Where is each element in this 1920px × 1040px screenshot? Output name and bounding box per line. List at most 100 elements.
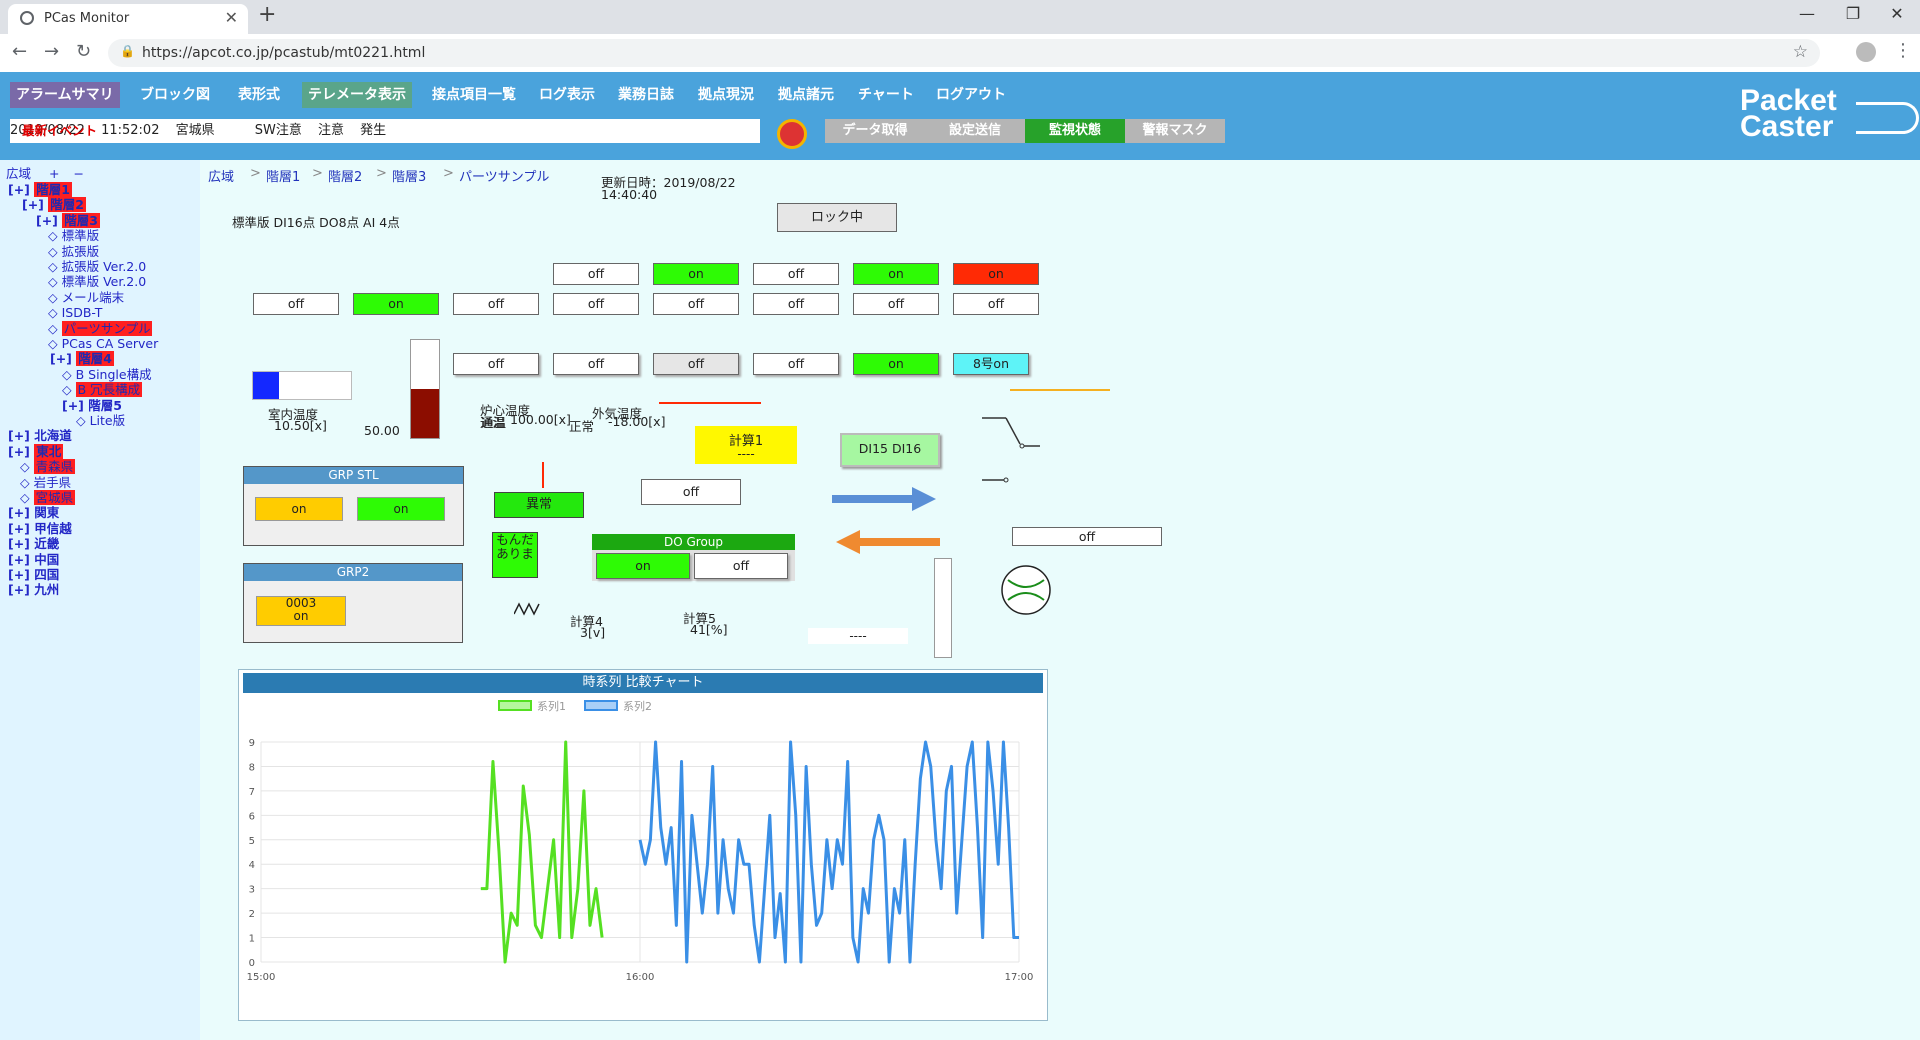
leaf-diamond-icon[interactable]: ◇ <box>48 305 62 320</box>
expand-toggle[interactable]: [+] <box>22 197 48 212</box>
leaf-diamond-icon[interactable]: ◇ <box>20 490 34 505</box>
tree-item-label[interactable]: 宮城県 <box>33 490 76 505</box>
tree-item[interactable]: ◇ 標準版 <box>48 228 99 244</box>
tree-item[interactable]: [+] 九州 <box>8 582 59 598</box>
tree-item-label[interactable]: 四国 <box>34 567 59 582</box>
tree-item-label[interactable]: 甲信越 <box>34 521 72 536</box>
expand-toggle[interactable]: [+] <box>8 567 34 582</box>
expand-toggle[interactable]: [+] <box>8 582 34 597</box>
leaf-diamond-icon[interactable]: ◇ <box>20 459 34 474</box>
tree-item-label[interactable]: 階層4 <box>76 351 114 367</box>
menu-logout[interactable]: ログアウト <box>930 82 1012 108</box>
expand-toggle[interactable]: [+] <box>8 505 34 520</box>
expand-toggle[interactable]: [+] <box>8 521 34 536</box>
menu-table[interactable]: 表形式 <box>232 82 286 108</box>
minimize-icon[interactable]: — <box>1784 4 1830 23</box>
leaf-diamond-icon[interactable]: ◇ <box>62 382 76 397</box>
tree-item-label[interactable]: B Single構成 <box>76 367 152 382</box>
do-group-off-button[interactable]: off <box>694 553 788 579</box>
restore-icon[interactable]: ❐ <box>1830 4 1876 23</box>
expand-toggle[interactable]: [+] <box>62 398 88 413</box>
tree-item[interactable]: [+] 階層5 <box>62 398 122 414</box>
menu-block-diagram[interactable]: ブロック図 <box>134 82 216 108</box>
tree-item-label[interactable]: 拡張版 <box>62 244 100 259</box>
menu-telemeter[interactable]: テレメータ表示 <box>302 82 412 108</box>
breadcrumb-item[interactable]: パーツサンプル <box>459 166 549 185</box>
browser-menu-icon[interactable]: ⋮ <box>1894 40 1912 61</box>
tree-item[interactable]: ◇ B 冗長構成 <box>62 382 143 398</box>
menu-chart[interactable]: チャート <box>852 82 920 108</box>
tree-item[interactable]: [+] 近畿 <box>8 536 59 552</box>
tree-root-label[interactable]: 広域 <box>6 166 31 181</box>
breadcrumb-item[interactable]: 階層1 <box>266 166 300 185</box>
tree-item[interactable]: [+] 階層4 <box>50 351 114 367</box>
do-button[interactable]: off <box>553 353 639 375</box>
di15-di16-button[interactable]: DI15 DI16 <box>840 433 940 467</box>
tree-item[interactable]: [+] 中国 <box>8 552 59 568</box>
grp2-button[interactable]: 0003 on <box>256 596 346 626</box>
tree-item[interactable]: [+] 階層2 <box>22 197 86 213</box>
mode-data-acquire[interactable]: データ取得 <box>825 119 925 143</box>
tree-item-label[interactable]: Lite版 <box>90 413 126 428</box>
tree-item[interactable]: ◇ Lite版 <box>76 413 125 429</box>
grp-stl-button-1[interactable]: on <box>255 497 343 521</box>
close-tab-icon[interactable]: ✕ <box>225 8 238 27</box>
new-tab-button[interactable]: + <box>258 2 276 27</box>
url-text[interactable]: https://apcot.co.jp/pcastub/mt0221.html <box>142 45 425 61</box>
tree-item[interactable]: [+] 階層3 <box>36 212 100 229</box>
tree-item-label[interactable]: パーツサンプル <box>61 320 153 336</box>
grp-stl-button-2[interactable]: on <box>357 497 445 521</box>
tree-item-label[interactable]: 東北 <box>34 443 64 459</box>
tree-item[interactable]: ◇ メール端末 <box>48 290 124 306</box>
tree-item[interactable]: [+] 四国 <box>8 567 59 583</box>
tree-item-label[interactable]: 階層2 <box>48 197 86 213</box>
tree-item-label[interactable]: メール端末 <box>62 290 125 305</box>
forward-icon[interactable]: → <box>44 41 59 62</box>
tree-item[interactable]: [+] 北海道 <box>8 428 72 444</box>
address-bar[interactable]: 🔒 https://apcot.co.jp/pcastub/mt0221.htm… <box>108 39 1820 67</box>
bookmark-star-icon[interactable]: ☆ <box>1793 42 1808 62</box>
menu-site-status[interactable]: 拠点現況 <box>692 82 760 108</box>
menu-alarm-summary[interactable]: アラームサマリ <box>10 82 120 108</box>
leaf-diamond-icon[interactable]: ◇ <box>20 475 34 490</box>
tree-item[interactable]: [+] 関東 <box>8 505 59 521</box>
tree-item-label[interactable]: 拡張版 Ver.2.0 <box>62 259 147 274</box>
expand-toggle[interactable]: [+] <box>8 428 34 443</box>
alarm-icon[interactable] <box>777 119 807 149</box>
tree-root[interactable]: 広域 + − <box>6 166 84 182</box>
expand-toggle[interactable]: [+] <box>36 213 62 228</box>
tree-item[interactable]: ◇ パーツサンプル <box>48 320 153 337</box>
menu-site-specs[interactable]: 拠点諸元 <box>772 82 840 108</box>
tree-item-label[interactable]: 階層5 <box>88 398 122 413</box>
browser-tab[interactable]: PCas Monitor ✕ <box>8 4 248 34</box>
leaf-diamond-icon[interactable]: ◇ <box>62 367 76 382</box>
tree-item-label[interactable]: ISDB-T <box>62 305 103 320</box>
menu-contact-list[interactable]: 接点項目一覧 <box>426 82 522 108</box>
tree-item-label[interactable]: 関東 <box>34 505 59 520</box>
do-button[interactable]: off <box>653 353 739 375</box>
leaf-diamond-icon[interactable]: ◇ <box>48 274 62 289</box>
leaf-diamond-icon[interactable]: ◇ <box>48 228 62 243</box>
tree-item[interactable]: ◇ 拡張版 <box>48 244 99 260</box>
breadcrumb-item[interactable]: 階層3 <box>392 166 426 185</box>
reload-icon[interactable]: ↻ <box>76 41 91 62</box>
do-button[interactable]: on <box>853 353 939 375</box>
tree-item-label[interactable]: B 冗長構成 <box>75 382 143 398</box>
tree-item[interactable]: ◇ 標準版 Ver.2.0 <box>48 274 146 290</box>
leaf-diamond-icon[interactable]: ◇ <box>48 244 62 259</box>
back-icon[interactable]: ← <box>12 41 27 62</box>
tree-item[interactable]: ◇ 宮城県 <box>20 490 76 506</box>
expand-toggle[interactable]: [+] <box>8 182 34 197</box>
tree-item[interactable]: ◇ 拡張版 Ver.2.0 <box>48 259 146 275</box>
do-button[interactable]: off <box>453 353 539 375</box>
profile-avatar[interactable] <box>1856 42 1876 62</box>
leaf-diamond-icon[interactable]: ◇ <box>76 413 90 428</box>
mode-setting-send[interactable]: 設定送信 <box>925 119 1025 143</box>
tree-item-label[interactable]: 青森県 <box>33 459 76 475</box>
tree-item-label[interactable]: 標準版 <box>62 228 100 243</box>
tree-item-label[interactable]: 階層1 <box>34 182 72 197</box>
mode-monitor[interactable]: 監視状態 <box>1025 119 1125 143</box>
leaf-diamond-icon[interactable]: ◇ <box>48 290 62 305</box>
do-group-on-button[interactable]: on <box>596 553 690 579</box>
menu-work-diary[interactable]: 業務日誌 <box>612 82 680 108</box>
